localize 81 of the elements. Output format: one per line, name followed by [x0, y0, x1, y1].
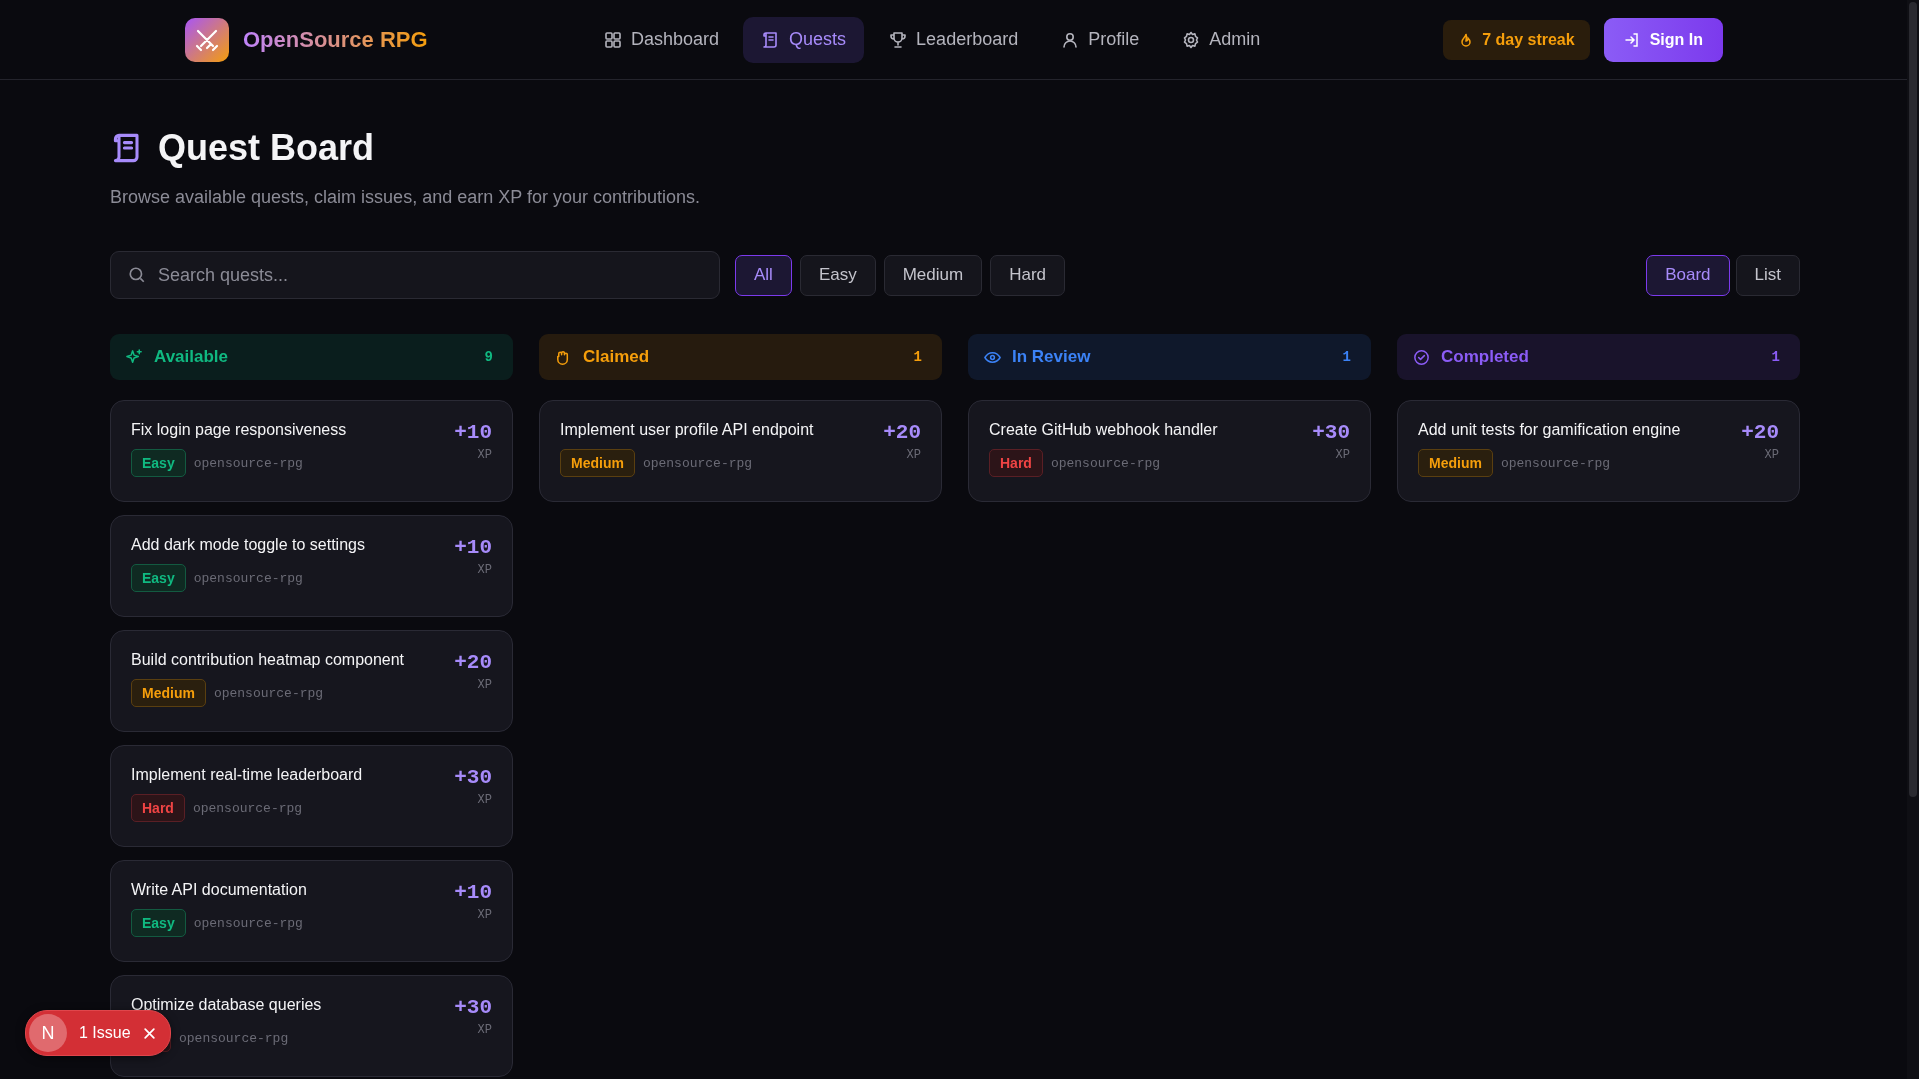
xp-unit: XP	[477, 448, 492, 462]
page-subtitle: Browse available quests, claim issues, and earn XP for your contributions.	[110, 187, 701, 208]
filter-button[interactable]: Hard	[990, 254, 1066, 296]
difficulty-tag: Hard	[131, 794, 185, 822]
repo-name: opensource-rpg	[642, 455, 753, 471]
column-header: Completed 1	[1397, 334, 1800, 380]
grid-icon	[603, 29, 623, 50]
repo-name: opensource-rpg	[192, 800, 303, 816]
xp-unit: XP	[477, 678, 492, 692]
scrollbar[interactable]	[1907, 0, 1919, 1079]
repo-name: opensource-rpg	[193, 570, 303, 586]
xp-value: +20	[1741, 421, 1779, 444]
issue-toast[interactable]: N 1 Issue	[25, 1010, 171, 1056]
xp-value: +30	[454, 766, 492, 789]
trophy-icon	[888, 29, 909, 50]
difficulty-tag: Easy	[131, 449, 186, 477]
check-circle-icon	[1412, 347, 1431, 367]
quest-card[interactable]: Add dark mode toggle to settings Easy opensource-rpg +10 XP	[110, 515, 513, 617]
page-title: Quest Board	[158, 127, 375, 169]
quest-card[interactable]: Implement real-time leaderboard Hard opensource-rpg +30 XP	[110, 745, 513, 847]
quest-title: Fix login page responsiveness	[131, 421, 347, 439]
xp-unit: XP	[477, 793, 492, 807]
filter-button[interactable]: Medium	[883, 254, 983, 296]
quest-title: Create GitHub webhook handler	[989, 421, 1218, 439]
difficulty-tag: Medium	[560, 449, 635, 477]
xp-unit: XP	[477, 563, 492, 577]
quest-title: Implement real-time leaderboard	[131, 766, 363, 784]
nav-link[interactable]: Admin	[1163, 16, 1279, 63]
nav-link[interactable]: Profile	[1042, 16, 1158, 63]
quest-title: Build contribution heatmap component	[131, 651, 405, 669]
search-icon	[128, 266, 146, 284]
xp-value: +30	[1312, 421, 1350, 444]
difficulty-tag: Medium	[1418, 449, 1493, 477]
filter-button[interactable]: All	[735, 254, 792, 296]
quest-card[interactable]: Build contribution heatmap component Medium opensource-rpg +20 XP	[110, 630, 513, 732]
nav-link[interactable]: Quests	[743, 16, 865, 63]
column-header: Available 9	[110, 334, 513, 380]
search-field[interactable]: Search quests...	[110, 251, 720, 299]
xp-value: +10	[454, 536, 492, 559]
repo-name: opensource-rpg	[213, 685, 324, 701]
quest-title: Add unit tests for gamification engine	[1418, 421, 1681, 439]
xp-unit: XP	[906, 448, 921, 462]
column-header: In Review 1	[968, 334, 1371, 380]
repo-name: opensource-rpg	[193, 915, 303, 931]
xp-unit: XP	[477, 908, 492, 922]
difficulty-tag: Easy	[131, 909, 186, 937]
xp-unit: XP	[1764, 448, 1779, 462]
xp-value: +20	[454, 651, 492, 674]
quest-card[interactable]: Add unit tests for gamification engine Medium opensource-rpg +20 XP	[1397, 400, 1800, 502]
repo-name: opensource-rpg	[1050, 455, 1161, 471]
view-toggle[interactable]: Board	[1646, 254, 1730, 296]
xp-unit: XP	[477, 1023, 492, 1037]
sign-in-icon	[1623, 31, 1640, 48]
xp-unit: XP	[1335, 448, 1350, 462]
sign-in-button[interactable]: Sign In	[1603, 17, 1723, 62]
streak-badge: 7 day streak	[1443, 19, 1590, 60]
xp-value: +20	[883, 421, 921, 444]
quest-title: Write API documentation	[131, 881, 307, 899]
difficulty-tag: Medium	[131, 679, 206, 707]
swords-logo-icon	[185, 17, 229, 62]
quest-title: Add dark mode toggle to settings	[131, 536, 365, 554]
quest-card[interactable]: Create GitHub webhook handler Hard opensource-rpg +30 XP	[968, 400, 1371, 502]
quest-card[interactable]: Fix login page responsiveness Easy opensource-rpg +10 XP	[110, 400, 513, 502]
difficulty-tag: Easy	[131, 564, 186, 592]
close-icon[interactable]	[142, 1026, 156, 1040]
toast-logo: N	[29, 1014, 67, 1052]
repo-name: opensource-rpg	[179, 1030, 289, 1046]
xp-value: +10	[454, 421, 492, 444]
difficulty-tag: Hard	[989, 449, 1043, 477]
nav-link[interactable]: Dashboard	[585, 16, 738, 63]
repo-name: opensource-rpg	[1500, 455, 1611, 471]
quest-card[interactable]: Implement user profile API endpoint Medium opensource-rpg +20 XP	[539, 400, 942, 502]
repo-name: opensource-rpg	[193, 455, 303, 471]
nav-link[interactable]: Leaderboard	[870, 16, 1037, 63]
quest-title: Implement user profile API endpoint	[560, 421, 814, 439]
quest-card[interactable]: Write API documentation Easy opensource-rpg +10 XP	[110, 860, 513, 962]
xp-value: +10	[454, 881, 492, 904]
filter-button[interactable]: Easy	[799, 254, 876, 296]
view-toggle[interactable]: List	[1735, 254, 1800, 296]
column-header: Claimed 1	[539, 334, 942, 380]
xp-value: +30	[454, 996, 492, 1019]
